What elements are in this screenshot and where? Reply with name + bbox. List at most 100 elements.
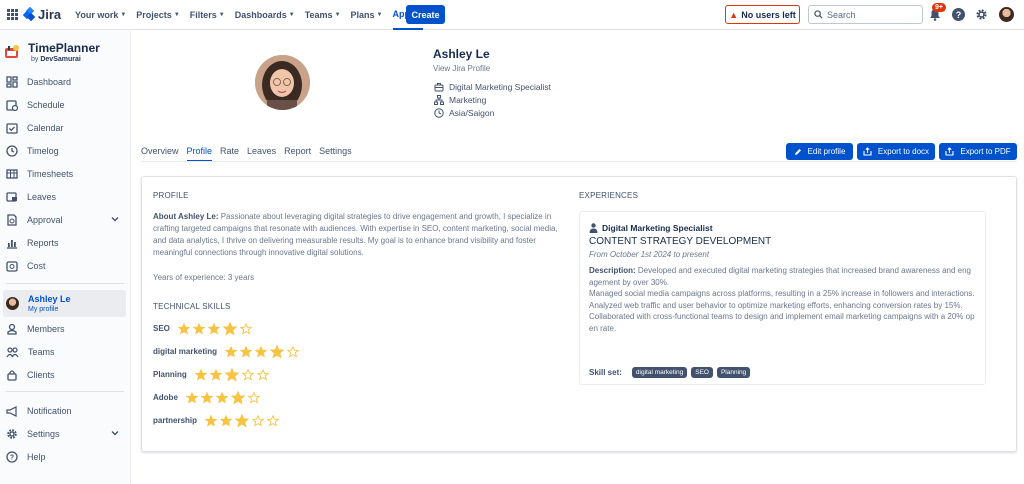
star-filled-icon[interactable] xyxy=(224,367,239,382)
settings-gear-icon[interactable] xyxy=(975,8,988,21)
sidebar-item-dashboard[interactable]: Dashboard xyxy=(0,71,131,93)
sidebar-user-profile[interactable]: Ashley Le My profile xyxy=(3,290,126,317)
star-filled-icon[interactable] xyxy=(220,414,233,427)
star-filled-icon[interactable] xyxy=(207,322,220,335)
skill-name: Adobe xyxy=(153,393,178,402)
search-box[interactable] xyxy=(808,5,923,24)
jira-logo[interactable]: Jira xyxy=(22,6,61,22)
sidebar-item-clients[interactable]: Clients xyxy=(0,364,131,386)
tab-profile[interactable]: Profile xyxy=(186,146,213,162)
sidebar-item-notification[interactable]: Notification xyxy=(0,400,131,422)
star-filled-icon[interactable] xyxy=(225,345,238,358)
star-filled-icon[interactable] xyxy=(194,368,207,381)
star-empty-icon[interactable] xyxy=(252,414,265,427)
nav-plans[interactable]: Plans ▼ xyxy=(351,0,383,30)
sidebar-item-leaves[interactable]: Leaves xyxy=(0,186,131,208)
sidebar-item-help[interactable]: ? Help xyxy=(0,446,131,468)
star-empty-icon[interactable] xyxy=(256,368,269,381)
sidebar-item-reports[interactable]: Reports xyxy=(0,232,131,254)
star-empty-icon[interactable] xyxy=(241,368,254,381)
tab-report[interactable]: Report xyxy=(284,146,311,162)
sidebar-item-teams[interactable]: Teams xyxy=(0,341,131,363)
app-switcher-icon[interactable] xyxy=(7,9,18,20)
nav-your-work[interactable]: Your work ▼ xyxy=(75,0,126,30)
star-filled-icon[interactable] xyxy=(222,321,237,336)
star-filled-icon[interactable] xyxy=(205,414,218,427)
help-icon: ? xyxy=(6,451,18,463)
edit-profile-button[interactable]: Edit profile xyxy=(786,143,853,160)
sidebar-item-label: Settings xyxy=(27,429,60,439)
help-icon[interactable]: ? xyxy=(952,8,965,21)
clock-icon xyxy=(6,145,18,157)
export-pdf-button[interactable]: Export to PDF xyxy=(939,143,1017,160)
sidebar-item-calendar[interactable]: Calendar xyxy=(0,117,131,139)
export-docx-label: Export to docx xyxy=(877,147,930,156)
sidebar-item-label: Members xyxy=(27,324,65,334)
user-avatar[interactable] xyxy=(999,7,1014,22)
sidebar-item-settings[interactable]: Settings xyxy=(0,423,131,445)
chevron-down-icon: ▼ xyxy=(120,12,127,18)
table-icon xyxy=(6,169,18,179)
view-jira-profile-link[interactable]: View Jira Profile xyxy=(433,64,490,73)
profile-job-title: Digital Marketing Specialist xyxy=(434,82,551,92)
create-button[interactable]: Create xyxy=(406,5,445,24)
nav-projects[interactable]: Projects ▼ xyxy=(136,0,179,30)
no-users-left-button[interactable]: ▲ No users left xyxy=(725,5,800,24)
megaphone-icon xyxy=(6,406,17,417)
description-line: Description: Developed and executed digi… xyxy=(589,265,975,288)
star-filled-icon[interactable] xyxy=(185,391,198,404)
sidebar-item-label: Leaves xyxy=(27,192,57,202)
star-empty-icon[interactable] xyxy=(267,414,280,427)
sidebar-item-label: Timelog xyxy=(27,146,59,156)
nav-filters[interactable]: Filters ▼ xyxy=(190,0,225,30)
sidebar-item-label: Cost xyxy=(27,261,46,271)
star-filled-icon[interactable] xyxy=(240,345,253,358)
profile-avatar xyxy=(255,55,310,110)
chevron-down-icon: ▼ xyxy=(376,12,383,18)
sidebar-item-schedule[interactable]: Schedule xyxy=(0,94,131,116)
nav-label: Plans xyxy=(350,10,375,20)
star-empty-icon[interactable] xyxy=(239,322,252,335)
chevron-down-icon: ▼ xyxy=(334,12,341,18)
years-of-experience: Years of experience: 3 years xyxy=(153,273,255,282)
chevron-down-icon: ▼ xyxy=(218,12,225,18)
star-filled-icon[interactable] xyxy=(209,368,222,381)
sidebar-item-label: Clients xyxy=(27,370,55,380)
profile-tabs: Overview Profile Rate Leaves Report Sett… xyxy=(141,146,352,162)
sidebar-item-members[interactable]: Members xyxy=(0,318,131,340)
star-empty-icon[interactable] xyxy=(287,345,300,358)
star-filled-icon[interactable] xyxy=(230,390,245,405)
star-filled-icon[interactable] xyxy=(215,391,228,404)
export-docx-button[interactable]: Export to docx xyxy=(857,143,935,160)
chevron-down-icon: ▼ xyxy=(173,12,180,18)
sidebar-item-label: Timesheets xyxy=(27,169,74,179)
chevron-down-icon[interactable] xyxy=(111,429,119,437)
sidebar-item-timelog[interactable]: Timelog xyxy=(0,140,131,162)
app-by-brand: DevSamurai xyxy=(40,56,81,63)
search-input[interactable] xyxy=(827,9,917,20)
job-title-text: Digital Marketing Specialist xyxy=(449,82,552,92)
edit-profile-label: Edit profile xyxy=(807,147,846,156)
star-filled-icon[interactable] xyxy=(192,322,205,335)
nav-teams[interactable]: Teams ▼ xyxy=(305,0,341,30)
tabs-divider xyxy=(141,161,1017,162)
profile-card: PROFILE About Ashley Le: Passionate abou… xyxy=(141,176,1017,452)
about-label: About Ashley Le: xyxy=(153,212,219,221)
tab-rate[interactable]: Rate xyxy=(220,146,239,162)
star-empty-icon[interactable] xyxy=(247,391,260,404)
tab-settings[interactable]: Settings xyxy=(319,146,352,162)
sidebar-item-timesheets[interactable]: Timesheets xyxy=(0,163,131,185)
sidebar-item-approval[interactable]: Approval xyxy=(0,209,131,231)
nav-dashboards[interactable]: Dashboards ▼ xyxy=(235,0,295,30)
tab-leaves[interactable]: Leaves xyxy=(247,146,276,162)
star-filled-icon[interactable] xyxy=(270,344,285,359)
chevron-down-icon[interactable] xyxy=(111,215,119,223)
star-filled-icon[interactable] xyxy=(200,391,213,404)
tab-overview[interactable]: Overview xyxy=(141,146,179,162)
skill-rating-row: digital marketing xyxy=(153,344,300,359)
star-filled-icon[interactable] xyxy=(177,322,190,335)
sidebar-item-cost[interactable]: Cost xyxy=(0,255,131,277)
star-filled-icon[interactable] xyxy=(255,345,268,358)
star-filled-icon[interactable] xyxy=(235,413,250,428)
top-navigation: Jira Your work ▼ Projects ▼ Filters ▼ Dashb… xyxy=(0,0,1024,30)
